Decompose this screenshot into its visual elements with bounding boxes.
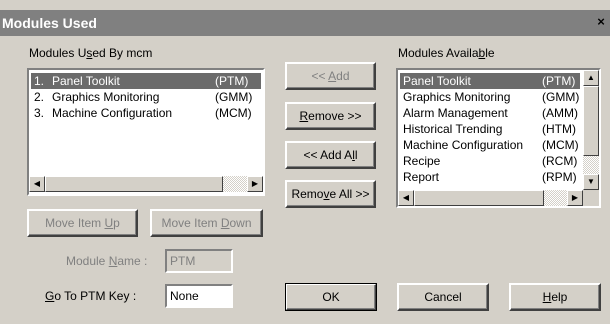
remove-all-button-label: Remo bbox=[291, 187, 324, 201]
close-icon[interactable]: × bbox=[594, 14, 608, 30]
remove-button[interactable]: Remove >> bbox=[285, 102, 376, 130]
goto-key-field[interactable]: None bbox=[165, 284, 233, 308]
title-bar: Modules Used × bbox=[0, 10, 610, 36]
dialog-window: Modules Used × Modules Used By mcm 1. Pa… bbox=[0, 0, 610, 324]
item-name: Panel Toolkit bbox=[52, 74, 120, 88]
modules-available-label-text-end: le bbox=[485, 46, 495, 60]
module-name-field[interactable]: PTM bbox=[165, 249, 233, 273]
modules-used-label: Modules Used By mcm bbox=[29, 46, 152, 60]
item-name: Recipe bbox=[403, 154, 441, 168]
modules-available-vscrollbar[interactable]: ▲ ▼ bbox=[583, 70, 599, 190]
item-name: Historical Trending bbox=[403, 122, 503, 136]
item-code: (MCM) bbox=[542, 138, 579, 152]
move-item-up-button[interactable]: Move Item Up bbox=[27, 209, 138, 237]
scroll-left-icon[interactable]: ◀ bbox=[29, 176, 45, 192]
item-name: Machine Configuration bbox=[52, 106, 173, 120]
item-name: Panel Toolkit bbox=[403, 74, 471, 88]
scroll-thumb[interactable] bbox=[414, 190, 544, 206]
add-button[interactable]: << Add bbox=[285, 62, 376, 90]
add-button-label: << bbox=[311, 69, 329, 83]
item-code: (GMM) bbox=[215, 90, 253, 104]
list-item[interactable]: Graphics Monitoring (GMM) bbox=[400, 89, 580, 105]
item-code: (GMM) bbox=[542, 90, 580, 104]
scrollbar-corner bbox=[583, 190, 599, 206]
add-button-mnemonic: A bbox=[328, 69, 337, 83]
dialog-title: Modules Used bbox=[2, 15, 97, 31]
modules-used-hscrollbar[interactable]: ◀ ▶ bbox=[29, 176, 263, 192]
goto-key-label: Go To PTM Key : bbox=[45, 289, 136, 303]
module-name-label-text: Module bbox=[66, 254, 109, 268]
modules-available-hscrollbar[interactable]: ◀ ▶ bbox=[398, 190, 583, 206]
modules-available-label-text: Modules Availa bbox=[398, 46, 479, 60]
move-down-mnemonic: D bbox=[220, 216, 230, 230]
item-number: 2. bbox=[34, 90, 45, 104]
scroll-down-icon[interactable]: ▼ bbox=[583, 174, 599, 190]
move-down-label-end: own bbox=[229, 216, 252, 230]
item-name: Graphics Monitoring bbox=[52, 90, 160, 104]
scroll-thumb[interactable] bbox=[45, 176, 223, 192]
help-button[interactable]: Help bbox=[509, 283, 601, 311]
item-code: (PTM) bbox=[215, 74, 249, 88]
move-item-down-button[interactable]: Move Item Down bbox=[150, 209, 263, 237]
cancel-button[interactable]: Cancel bbox=[397, 283, 489, 311]
modules-available-list[interactable]: Panel Toolkit (PTM) Graphics Monitoring … bbox=[396, 68, 601, 208]
remove-button-mnemonic: R bbox=[299, 109, 309, 123]
item-name: Report bbox=[403, 170, 440, 184]
item-code: (RCM) bbox=[542, 154, 578, 168]
modules-used-label-text: Modules U bbox=[29, 46, 87, 60]
help-button-label-end: elp bbox=[551, 290, 568, 304]
list-item[interactable]: Recipe (RCM) bbox=[400, 153, 580, 169]
list-item[interactable]: Panel Toolkit (PTM) bbox=[400, 73, 580, 89]
item-code: (HTM) bbox=[542, 122, 576, 136]
remove-button-label-end: emove >> bbox=[308, 109, 362, 123]
list-item[interactable]: Historical Trending (HTM) bbox=[400, 121, 580, 137]
modules-available-label: Modules Available bbox=[398, 46, 495, 60]
move-down-label: Move Item bbox=[161, 216, 221, 230]
scroll-right-icon[interactable]: ▶ bbox=[567, 190, 583, 206]
item-number: 1. bbox=[34, 74, 45, 88]
scroll-thumb[interactable] bbox=[583, 86, 599, 156]
item-code: (AMM) bbox=[542, 106, 578, 120]
move-up-label-end: p bbox=[113, 216, 120, 230]
goto-key-label-text-end: o To PTM Key : bbox=[54, 289, 137, 303]
move-up-label: Move Item bbox=[45, 216, 105, 230]
item-name: Alarm Management bbox=[403, 106, 508, 120]
list-item[interactable]: 2. Graphics Monitoring (GMM) bbox=[31, 89, 261, 105]
module-name-label: Module Name : bbox=[66, 254, 147, 268]
list-item[interactable]: 1. Panel Toolkit (PTM) bbox=[31, 73, 261, 89]
add-all-button-label: << Add A bbox=[303, 148, 353, 162]
add-all-button-label-end: l bbox=[354, 148, 358, 162]
modules-used-label-text-end: ed By mcm bbox=[92, 46, 153, 60]
list-item[interactable]: Report (RPM) bbox=[400, 169, 580, 185]
scroll-right-icon[interactable]: ▶ bbox=[247, 176, 263, 192]
item-code: (PTM) bbox=[542, 74, 576, 88]
add-button-label-end: dd bbox=[336, 69, 350, 83]
ok-button[interactable]: OK bbox=[285, 283, 377, 311]
remove-all-button-label-end: e All >> bbox=[329, 187, 370, 201]
item-code: (RPM) bbox=[542, 170, 577, 184]
item-code: (MCM) bbox=[215, 106, 252, 120]
goto-key-label-mnemonic: G bbox=[45, 289, 55, 303]
remove-all-button[interactable]: Remove All >> bbox=[285, 180, 376, 208]
item-number: 3. bbox=[34, 106, 45, 120]
modules-used-list[interactable]: 1. Panel Toolkit (PTM) 2. Graphics Monit… bbox=[27, 68, 265, 196]
module-name-label-text-end: ame : bbox=[117, 254, 148, 268]
list-item[interactable]: Alarm Management (AMM) bbox=[400, 105, 580, 121]
scroll-up-icon[interactable]: ▲ bbox=[583, 70, 599, 86]
move-up-mnemonic: U bbox=[104, 216, 114, 230]
add-all-button[interactable]: << Add All bbox=[285, 141, 376, 169]
item-name: Machine Configuration bbox=[403, 138, 524, 152]
list-item[interactable]: Machine Configuration (MCM) bbox=[400, 137, 580, 153]
list-item[interactable]: 3. Machine Configuration (MCM) bbox=[31, 105, 261, 121]
item-name: Graphics Monitoring bbox=[403, 90, 511, 104]
scroll-left-icon[interactable]: ◀ bbox=[398, 190, 414, 206]
